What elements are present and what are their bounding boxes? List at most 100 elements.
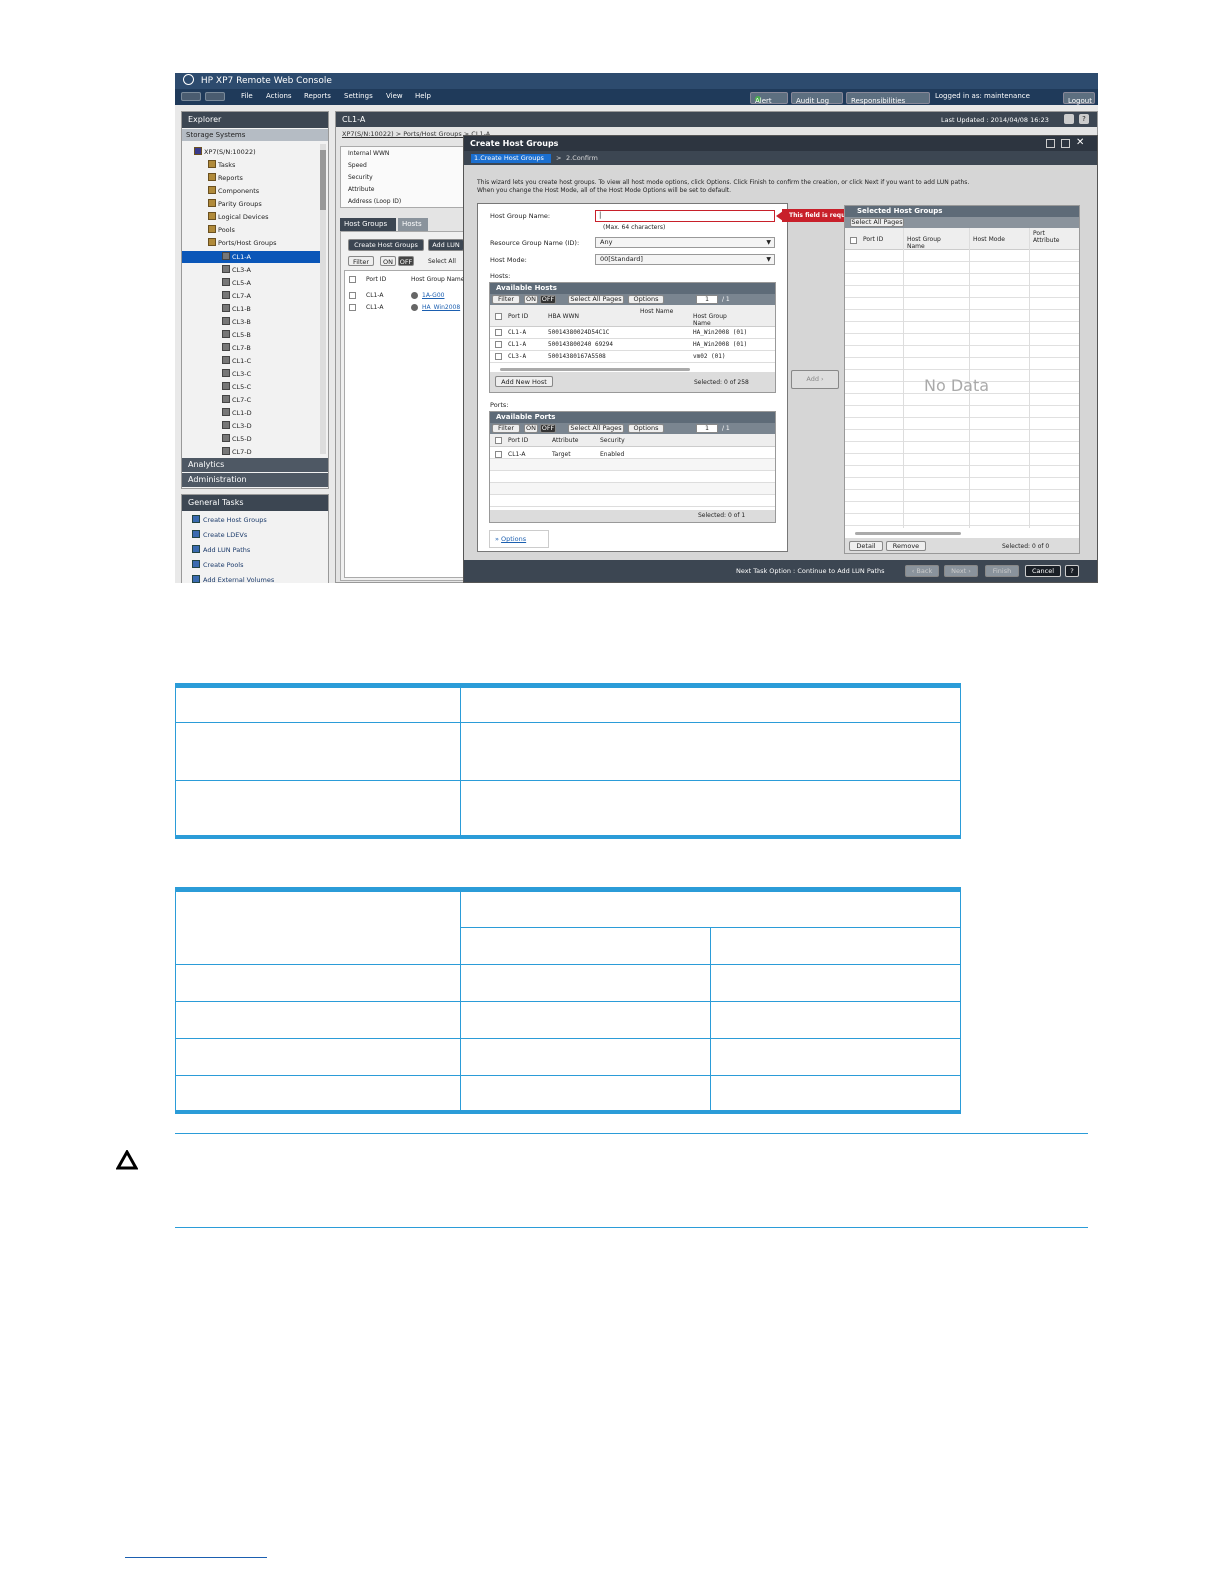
tree-port-1[interactable]: CL3-A [182, 264, 320, 276]
next-button[interactable]: Next › [944, 565, 978, 577]
dialog-close-icon[interactable]: ✕ [1076, 137, 1084, 148]
audit-log-button[interactable]: Audit Log [791, 92, 843, 105]
tree-port-8[interactable]: CL1-C [182, 355, 320, 367]
hosts-off-toggle[interactable]: OFF [540, 295, 556, 304]
menu-view[interactable]: View [386, 92, 403, 100]
detail-button[interactable]: Detail [849, 541, 883, 551]
remove-button[interactable]: Remove [886, 541, 926, 551]
ports-on-toggle[interactable]: ON [524, 424, 538, 433]
alert-button[interactable]: Alert [750, 92, 788, 105]
finish-button[interactable]: Finish [985, 565, 1019, 577]
tree-port-15[interactable]: CL7-D [182, 446, 320, 458]
tree-item-4[interactable]: Logical Devices [208, 212, 268, 221]
menu-actions[interactable]: Actions [266, 92, 292, 100]
tree-port-6[interactable]: CL5-B [182, 329, 320, 341]
responsibilities-button[interactable]: Responsibilities [846, 92, 930, 105]
task-item-2[interactable]: Add LUN Paths [192, 545, 250, 554]
refresh-icon[interactable] [1064, 114, 1074, 124]
logout-button[interactable]: Logout [1063, 92, 1095, 105]
main-row-hg-link[interactable]: 1A-G00 [422, 292, 444, 299]
hosts-header-checkbox[interactable] [495, 313, 502, 320]
tab-hosts[interactable]: Hosts [398, 218, 428, 231]
create-host-groups-button[interactable]: Create Host Groups [348, 239, 424, 251]
selected-hg-select-all[interactable]: Select All Pages [850, 218, 904, 227]
task-item-0[interactable]: Create Host Groups [192, 515, 267, 524]
tree-port-4[interactable]: CL1-B [182, 303, 320, 315]
menu-settings[interactable]: Settings [344, 92, 373, 100]
host-mode-select[interactable]: 00[Standard] ▼ [595, 254, 775, 265]
tree-port-14[interactable]: CL5-D [182, 433, 320, 445]
table-row[interactable] [490, 351, 775, 363]
row-checkbox[interactable] [495, 329, 502, 336]
hosts-page-input[interactable]: 1 [696, 295, 718, 304]
row-checkbox[interactable] [495, 353, 502, 360]
tree-port-11[interactable]: CL7-C [182, 394, 320, 406]
tree-item-6[interactable]: Ports/Host Groups [208, 238, 277, 247]
row-checkbox[interactable] [495, 341, 502, 348]
hosts-options-button[interactable]: Options [628, 295, 664, 304]
main-row-hg-link[interactable]: HA_Win2008 [422, 304, 460, 311]
tree-port-0[interactable]: CL1-A [182, 251, 320, 263]
analytics-header[interactable]: Analytics [182, 458, 328, 472]
add-lun-button[interactable]: Add LUN [428, 239, 464, 251]
main-filter-button[interactable]: Filter [348, 256, 374, 266]
tree-port-10[interactable]: CL5-C [182, 381, 320, 393]
row-checkbox[interactable] [495, 451, 502, 458]
options-link[interactable]: Options [501, 535, 526, 543]
dialog-help-button[interactable]: ? [1065, 565, 1079, 577]
ports-select-all-button[interactable]: Select All Pages [568, 424, 624, 433]
table-row[interactable] [490, 447, 775, 459]
ports-off-toggle[interactable]: OFF [540, 424, 556, 433]
tab-host-groups[interactable]: Host Groups [340, 218, 396, 231]
hosts-scrollbar[interactable] [500, 368, 690, 371]
tree-port-7[interactable]: CL7-B [182, 342, 320, 354]
selected-hg-header-checkbox[interactable] [850, 237, 857, 244]
hosts-select-all-button[interactable]: Select All Pages [568, 295, 624, 304]
tree-item-2[interactable]: Components [208, 186, 259, 195]
task-item-3[interactable]: Create Pools [192, 560, 244, 569]
menu-file[interactable]: File [241, 92, 253, 100]
back-button[interactable]: ‹ Back [905, 565, 939, 577]
main-select-all-checkbox[interactable] [349, 276, 356, 283]
menu-help[interactable]: Help [415, 92, 431, 100]
hosts-filter-button[interactable]: Filter [492, 295, 520, 304]
chk[interactable] [349, 292, 356, 299]
ports-filter-button[interactable]: Filter [492, 424, 520, 433]
task-item-1[interactable]: Create LDEVs [192, 530, 247, 539]
host-group-name-input[interactable]: | [595, 210, 775, 222]
dialog-pin-icon[interactable] [1046, 139, 1055, 148]
dialog-maximize-icon[interactable] [1061, 139, 1070, 148]
tree-port-13[interactable]: CL3-D [182, 420, 320, 432]
tree-root[interactable]: XP7(S/N:10022) [194, 147, 256, 156]
tree-port-12[interactable]: CL1-D [182, 407, 320, 419]
storage-systems-header[interactable]: Storage Systems [182, 129, 328, 141]
menu-reports[interactable]: Reports [304, 92, 331, 100]
selected-hg-scrollbar[interactable] [855, 532, 961, 535]
administration-header[interactable]: Administration [182, 473, 328, 487]
main-on-toggle[interactable]: ON [380, 256, 396, 266]
cancel-button[interactable]: Cancel [1025, 565, 1061, 577]
ports-page-input[interactable]: 1 [696, 424, 718, 433]
tree-item-3[interactable]: Parity Groups [208, 199, 262, 208]
main-select-all[interactable]: Select All [428, 258, 456, 265]
help-icon[interactable]: ? [1079, 114, 1089, 124]
tree-port-5[interactable]: CL3-B [182, 316, 320, 328]
tree-port-2[interactable]: CL5-A [182, 277, 320, 289]
tree-item-5[interactable]: Pools [208, 225, 235, 234]
explorer-scrollbar[interactable] [320, 144, 326, 454]
add-button[interactable]: Add › [791, 370, 839, 389]
main-off-toggle[interactable]: OFF [398, 256, 414, 266]
resource-group-select[interactable]: Any ▼ [595, 237, 775, 248]
tree-port-9[interactable]: CL3-C [182, 368, 320, 380]
tree-item-1[interactable]: Reports [208, 173, 243, 182]
ports-options-button[interactable]: Options [628, 424, 664, 433]
back-arrow-button[interactable] [181, 92, 201, 101]
task-item-4[interactable]: Add External Volumes [192, 575, 274, 583]
tree-port-3[interactable]: CL7-A [182, 290, 320, 302]
options-expander[interactable]: » Options [489, 530, 549, 548]
add-new-host-button[interactable]: Add New Host [495, 376, 553, 387]
forward-arrow-button[interactable] [205, 92, 225, 101]
tree-item-0[interactable]: Tasks [208, 160, 235, 169]
hosts-on-toggle[interactable]: ON [524, 295, 538, 304]
chk[interactable] [349, 304, 356, 311]
